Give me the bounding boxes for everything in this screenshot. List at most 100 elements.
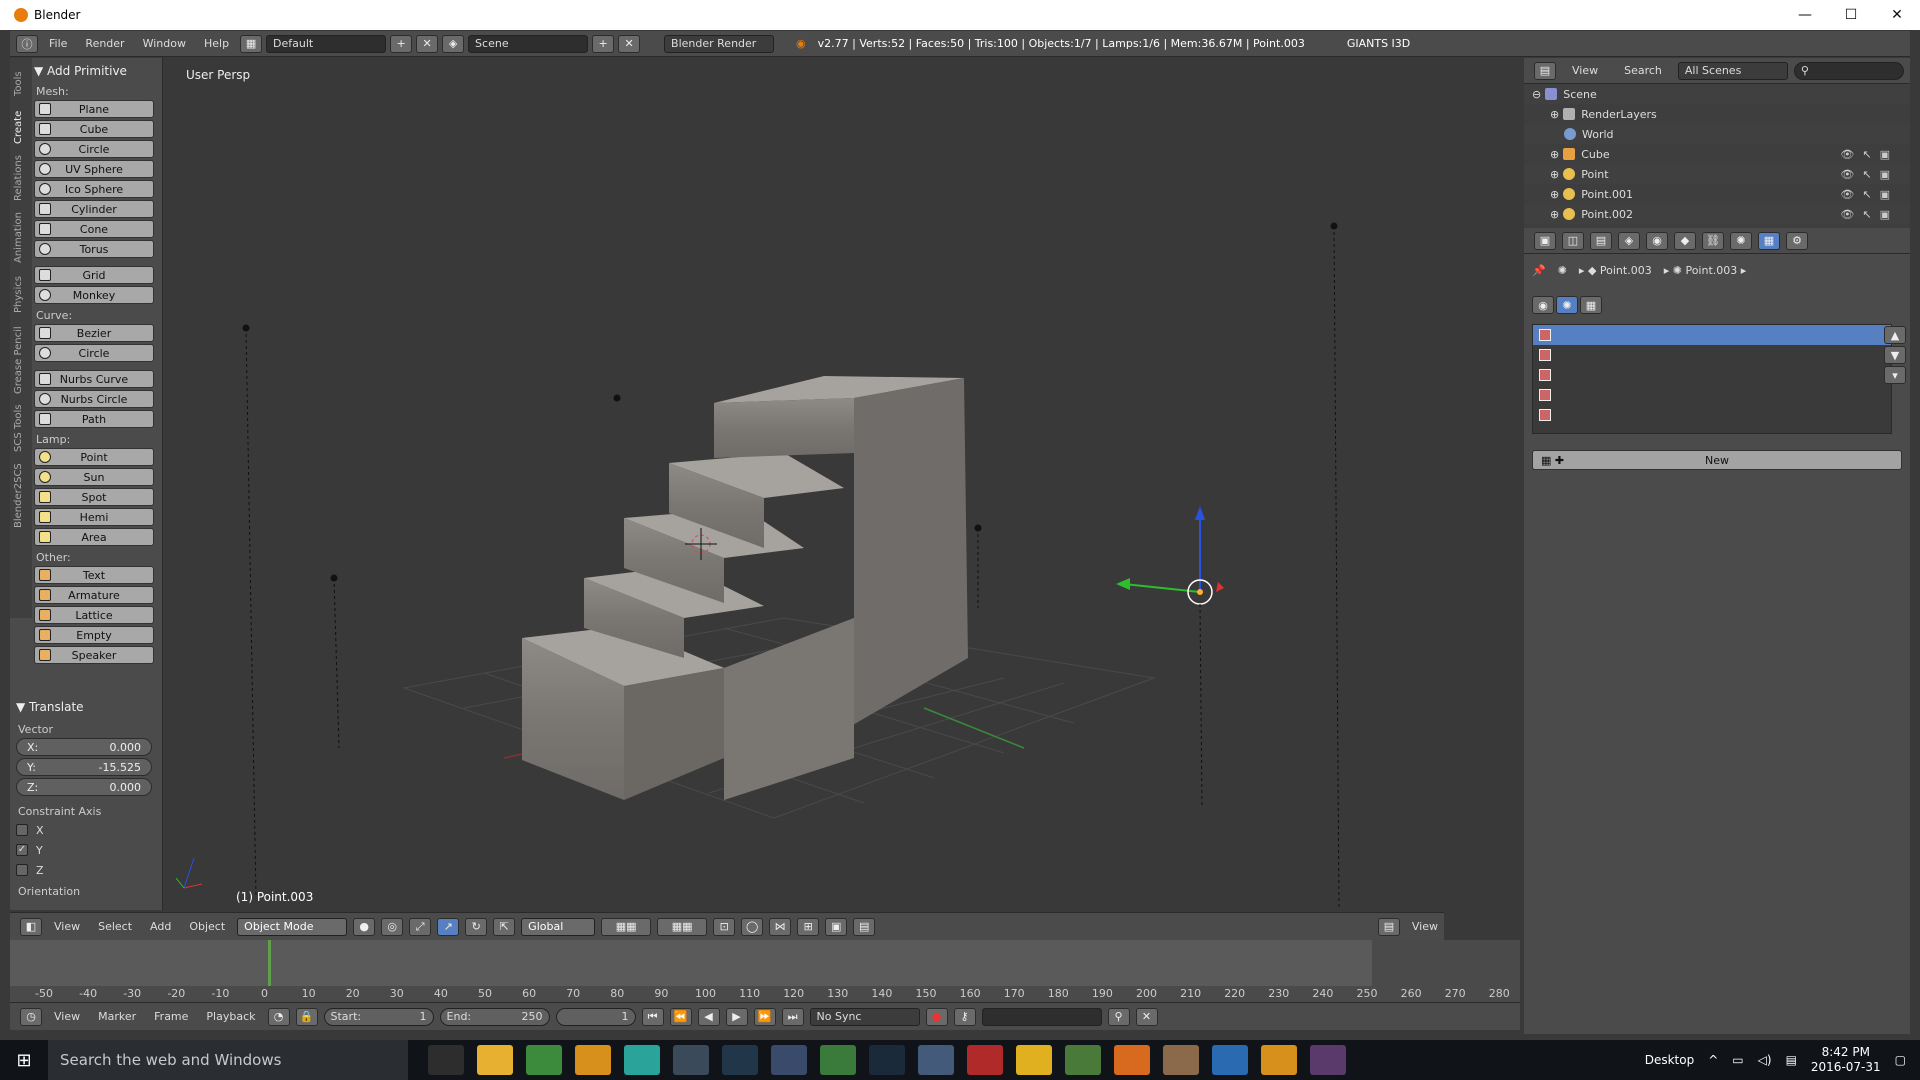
layers-left-icon[interactable]: ▦▦ — [601, 917, 652, 936]
layout-selector-icon[interactable]: ▦ — [240, 34, 263, 53]
action-center-icon[interactable]: ▤ — [1786, 1053, 1797, 1067]
scale-manipulator-icon[interactable]: ⇱ — [493, 917, 516, 936]
menu-window[interactable]: Window — [136, 37, 193, 50]
texture-slot[interactable] — [1533, 345, 1891, 365]
scene-selector-icon[interactable]: ◈ — [442, 34, 465, 53]
outliner-display-filter[interactable]: All Scenes — [1677, 61, 1788, 80]
add-primitive-title[interactable]: ▼ Add Primitive — [34, 62, 154, 80]
snap-icon[interactable]: ⋈ — [769, 917, 792, 936]
menu-timeline-view[interactable]: View — [48, 1010, 86, 1023]
play-reverse-icon[interactable]: ◀ — [697, 1007, 720, 1026]
auto-keying-record-icon[interactable]: ● — [925, 1007, 948, 1026]
outliner-editor-type-button[interactable]: ▤ — [1377, 917, 1400, 936]
windows-start-icon[interactable]: ⊞ — [0, 1040, 48, 1080]
scene-tab-icon[interactable]: ◈ — [1618, 231, 1640, 250]
add-scene-icon[interactable]: + — [592, 34, 615, 53]
chrome-icon[interactable] — [526, 1045, 562, 1075]
outliner-row-point-002[interactable]: ⊕ Point.002 👁 ↖ ▣ — [1524, 204, 1910, 224]
steam-icon[interactable] — [869, 1045, 905, 1075]
tab-blender2scs[interactable]: Blender2SCS — [13, 458, 29, 534]
render-opengl-icon[interactable]: ▣ — [825, 917, 848, 936]
current-frame-field[interactable]: 1 — [555, 1007, 636, 1026]
app-icon[interactable] — [1114, 1045, 1150, 1075]
add-speaker-button[interactable]: Speaker — [34, 646, 154, 664]
volume-icon[interactable]: ◁) — [1758, 1053, 1772, 1067]
outliner-tree[interactable]: ⊖ Scene ⊕ RenderLayers World ⊕ Cube 👁 ↖ ▣ ⊕ Poi… — [1524, 84, 1910, 228]
translate-manipulator-icon[interactable]: ↗ — [437, 917, 460, 936]
menu-frame[interactable]: Frame — [148, 1010, 194, 1023]
keying-set-icon[interactable]: ⚷ — [953, 1007, 976, 1026]
app-icon[interactable] — [1163, 1045, 1199, 1075]
texture-tab-icon[interactable]: ▦ — [1758, 231, 1780, 250]
clock[interactable]: 8:42 PM 2016-07-31 — [1811, 1045, 1881, 1075]
add-layout-icon[interactable]: + — [390, 34, 413, 53]
texture-slot[interactable] — [1533, 325, 1891, 345]
translate-title[interactable]: ▼ Translate — [16, 698, 152, 716]
sync-mode-dropdown[interactable]: No Sync — [809, 1007, 920, 1026]
other-texture-icon[interactable]: ▦ — [1580, 296, 1602, 314]
menu-help[interactable]: Help — [197, 37, 236, 50]
lock-time-icon[interactable]: 🔒 — [295, 1007, 318, 1026]
move-up-icon[interactable]: ▲ — [1884, 326, 1906, 344]
menu-select[interactable]: Select — [92, 920, 138, 933]
translate-z-field[interactable]: Z: 0.000 — [16, 778, 152, 796]
3d-editor-type-button[interactable]: ◧ — [20, 917, 42, 936]
blender-taskbar-icon[interactable] — [673, 1045, 709, 1075]
render-animation-icon[interactable]: ▤ — [853, 917, 876, 936]
menu-object[interactable]: Object — [183, 920, 231, 933]
data-tab-icon[interactable]: ✺ — [1730, 231, 1752, 250]
remove-scene-icon[interactable]: ✕ — [618, 34, 641, 53]
pin-icon[interactable]: 📌 — [1532, 264, 1546, 277]
move-down-icon[interactable]: ▼ — [1884, 346, 1906, 364]
render-engine-dropdown[interactable]: Blender Render — [664, 34, 775, 53]
timeline-editor-type-button[interactable]: ◷ — [20, 1007, 42, 1026]
current-frame-marker[interactable] — [268, 940, 271, 988]
select-arrow-icon[interactable]: ↖ — [1862, 188, 1871, 201]
add-monkey-button[interactable]: Monkey — [34, 286, 154, 304]
outliner-row-point[interactable]: ⊕ Point 👁 ↖ ▣ — [1524, 164, 1910, 184]
delete-keyframe-icon[interactable]: ✕ — [1135, 1007, 1158, 1026]
task-view-icon[interactable] — [428, 1045, 464, 1075]
pivot-point-icon[interactable]: ◎ — [381, 917, 404, 936]
outliner-row-point-001[interactable]: ⊕ Point.001 👁 ↖ ▣ — [1524, 184, 1910, 204]
minimize-button[interactable]: — — [1782, 7, 1828, 23]
tab-animation[interactable]: Animation — [13, 208, 29, 268]
proportional-edit-icon[interactable]: ◯ — [741, 917, 764, 936]
snap-element-icon[interactable]: ⊞ — [797, 917, 820, 936]
transform-manipulator[interactable] — [1116, 506, 1224, 809]
object-tab-icon[interactable]: ◆ — [1674, 231, 1696, 250]
network-icon[interactable]: ▭ — [1732, 1053, 1743, 1067]
layers-right-icon[interactable]: ▦▦ — [657, 917, 708, 936]
app-icon[interactable] — [918, 1045, 954, 1075]
add-nurbs-circle-button[interactable]: Nurbs Circle — [34, 390, 154, 408]
render-tab-icon[interactable]: ◫ — [1562, 231, 1584, 250]
3d-viewport[interactable]: User Persp (1) Point.003 — [164, 58, 1444, 910]
mode-dropdown[interactable]: Object Mode — [237, 917, 348, 936]
physics-tab-icon[interactable]: ⚙ — [1786, 231, 1808, 250]
add-cylinder-button[interactable]: Cylinder — [34, 200, 154, 218]
end-frame-field[interactable]: End: 250 — [439, 1007, 550, 1026]
app-icon[interactable] — [967, 1045, 1003, 1075]
constraint-z-checkbox[interactable]: Z — [16, 860, 152, 880]
keying-set-field[interactable] — [981, 1007, 1102, 1026]
add-point-lamp-button[interactable]: Point — [34, 448, 154, 466]
3d-app-icon[interactable] — [624, 1045, 660, 1075]
texture-slot[interactable] — [1533, 405, 1891, 425]
outliner-row-world[interactable]: World — [1524, 124, 1910, 144]
add-text-button[interactable]: Text — [34, 566, 154, 584]
jump-keyframe-back-icon[interactable]: ⏪ — [669, 1007, 692, 1026]
texture-browse-icon[interactable]: ▦ ✚ — [1541, 454, 1564, 467]
insert-keyframe-icon[interactable]: ⚲ — [1107, 1007, 1130, 1026]
taskbar-search-input[interactable]: Search the web and Windows — [48, 1040, 408, 1080]
add-bezier-button[interactable]: Bezier — [34, 324, 154, 342]
stair-cube-object[interactable] — [522, 376, 968, 800]
add-area-lamp-button[interactable]: Area — [34, 528, 154, 546]
rotate-manipulator-icon[interactable]: ↻ — [465, 917, 488, 936]
select-arrow-icon[interactable]: ↖ — [1862, 208, 1871, 221]
jump-start-icon[interactable]: ⏮ — [641, 1007, 664, 1026]
add-cube-button[interactable]: Cube — [34, 120, 154, 138]
visibility-eye-icon[interactable]: 👁 — [1840, 168, 1854, 181]
menu-playback[interactable]: Playback — [200, 1010, 261, 1023]
notepad-icon[interactable] — [820, 1045, 856, 1075]
start-frame-field[interactable]: Start: 1 — [323, 1007, 434, 1026]
